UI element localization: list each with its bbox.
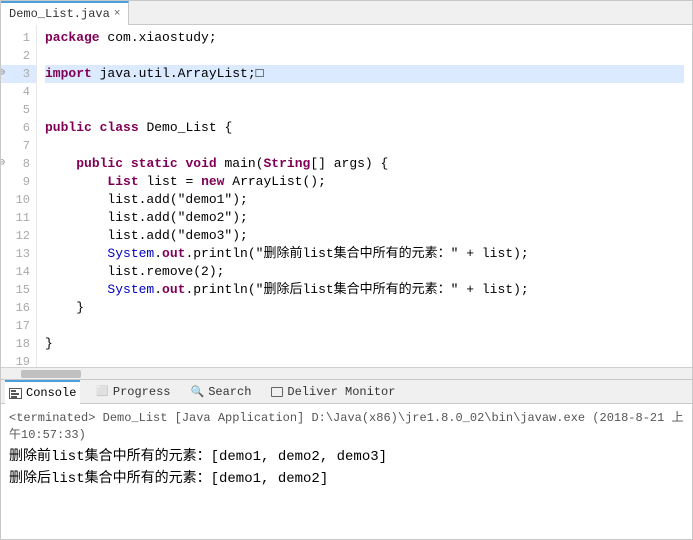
- code-line-14: list.remove(2);: [45, 263, 684, 281]
- code-line-7: [45, 137, 684, 155]
- deliver-tab-label: Deliver Monitor: [287, 385, 395, 399]
- code-line-16: }: [45, 299, 684, 317]
- code-line-11: list.add("demo2");: [45, 209, 684, 227]
- line-number-1: 1: [1, 29, 36, 47]
- console-output-line: 删除后list集合中所有的元素：[demo1, demo2]: [9, 468, 684, 490]
- console-tab-bar: Console ⬜ Progress 🔍 Search Deliver Moni…: [1, 380, 692, 404]
- progress-icon: ⬜: [96, 386, 108, 398]
- code-line-8: public static void main(String[] args) {: [45, 155, 684, 173]
- console-output-line: 删除前list集合中所有的元素：[demo1, demo2, demo3]: [9, 446, 684, 468]
- search-tab-label: Search: [208, 385, 251, 399]
- line-numbers: 12345678910111213141516171819: [1, 25, 37, 367]
- scrollbar-thumb[interactable]: [21, 370, 81, 378]
- line-number-6: 6: [1, 119, 36, 137]
- code-line-1: package com.xiaostudy;: [45, 29, 684, 47]
- line-number-17: 17: [1, 317, 36, 335]
- console-output: 删除前list集合中所有的元素：[demo1, demo2, demo3]删除后…: [9, 446, 684, 490]
- line-number-9: 9: [1, 173, 36, 191]
- line-number-4: 4: [1, 83, 36, 101]
- code-area: 12345678910111213141516171819 package co…: [1, 25, 692, 367]
- console-tab-label: Console: [26, 386, 76, 400]
- code-line-3: import java.util.ArrayList;□: [45, 65, 684, 83]
- horizontal-scrollbar[interactable]: [1, 367, 692, 379]
- line-number-5: 5: [1, 101, 36, 119]
- line-number-16: 16: [1, 299, 36, 317]
- console-body: <terminated> Demo_List [Java Application…: [1, 404, 692, 539]
- line-number-10: 10: [1, 191, 36, 209]
- line-number-8: 8: [1, 155, 36, 173]
- tab-close-button[interactable]: ×: [114, 8, 121, 20]
- code-content[interactable]: package com.xiaostudy; import java.util.…: [37, 25, 692, 367]
- code-line-6: public class Demo_List {: [45, 119, 684, 137]
- editor-tab-bar: Demo_List.java ×: [1, 1, 692, 25]
- console-container: Console ⬜ Progress 🔍 Search Deliver Moni…: [0, 380, 693, 540]
- line-number-7: 7: [1, 137, 36, 155]
- code-line-9: List list = new ArrayList();: [45, 173, 684, 191]
- console-icon: [9, 388, 22, 399]
- code-line-5: [45, 101, 684, 119]
- line-number-15: 15: [1, 281, 36, 299]
- tab-progress[interactable]: ⬜ Progress: [92, 380, 174, 404]
- code-line-10: list.add("demo1");: [45, 191, 684, 209]
- code-line-13: System.out.println("删除前list集合中所有的元素：" + …: [45, 245, 684, 263]
- line-number-11: 11: [1, 209, 36, 227]
- code-line-19: [45, 353, 684, 367]
- code-line-2: [45, 47, 684, 65]
- line-number-3: 3: [1, 65, 36, 83]
- line-number-19: 19: [1, 353, 36, 367]
- search-icon: 🔍: [190, 385, 204, 399]
- code-line-4: [45, 83, 684, 101]
- code-line-18: }: [45, 335, 684, 353]
- editor-tab[interactable]: Demo_List.java ×: [1, 1, 129, 25]
- line-number-13: 13: [1, 245, 36, 263]
- code-line-17: [45, 317, 684, 335]
- line-number-14: 14: [1, 263, 36, 281]
- progress-tab-label: Progress: [113, 385, 171, 399]
- line-number-18: 18: [1, 335, 36, 353]
- line-number-2: 2: [1, 47, 36, 65]
- console-header: <terminated> Demo_List [Java Application…: [9, 408, 684, 442]
- tab-search[interactable]: 🔍 Search: [186, 380, 255, 404]
- code-line-15: System.out.println("删除后list集合中所有的元素：" + …: [45, 281, 684, 299]
- tab-console[interactable]: Console: [5, 380, 80, 404]
- tab-deliver-monitor[interactable]: Deliver Monitor: [267, 380, 399, 404]
- tab-filename: Demo_List.java: [9, 7, 110, 21]
- line-number-12: 12: [1, 227, 36, 245]
- editor-container: Demo_List.java × 12345678910111213141516…: [0, 0, 693, 380]
- code-line-12: list.add("demo3");: [45, 227, 684, 245]
- deliver-icon: [271, 387, 283, 397]
